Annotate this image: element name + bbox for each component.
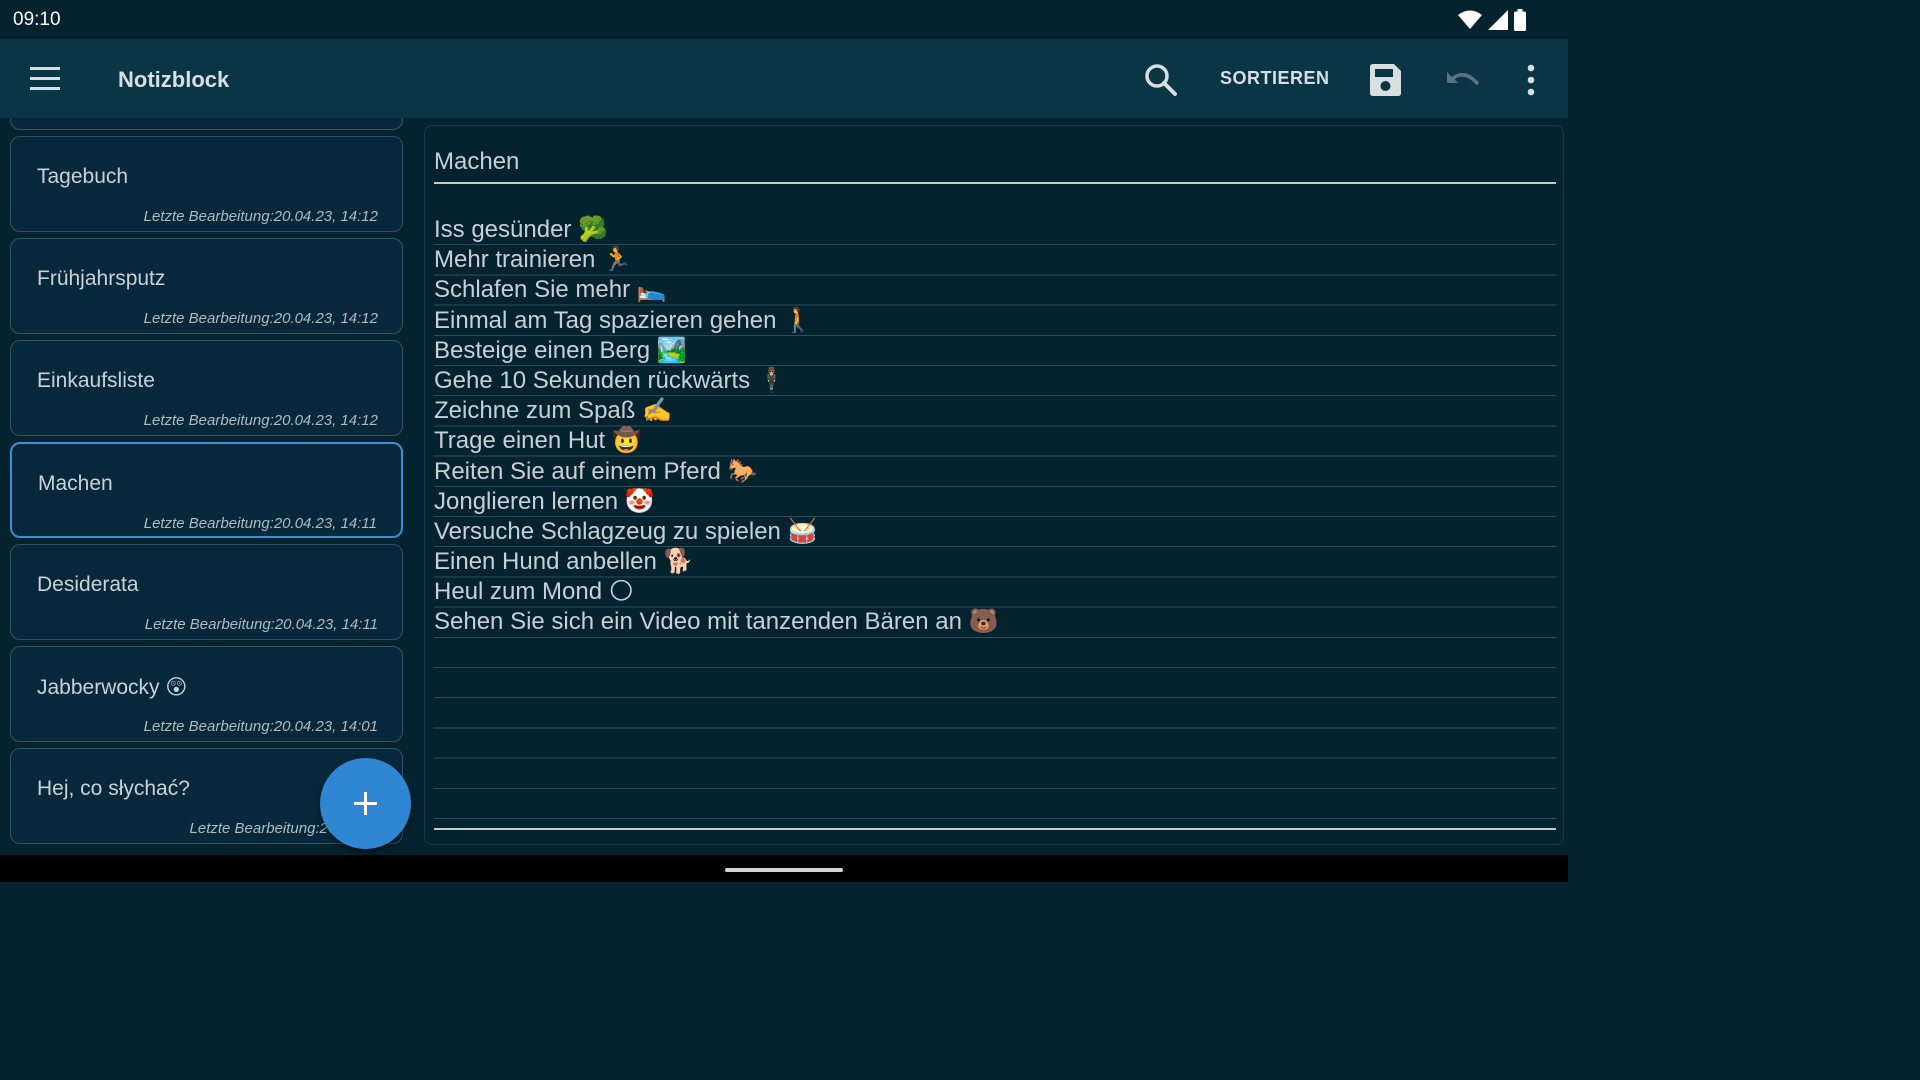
note-title-field[interactable]: Machen [434, 148, 1556, 184]
status-time: 09:10 [13, 9, 61, 30]
note-line: Jonglieren lernen 🤡 [434, 487, 655, 515]
note-card[interactable]: Tagebuch Letzte Bearbeitung:20.04.23, 14… [10, 136, 403, 232]
note-date: Letzte Bearbeitung:20.04.23, 14:12 [143, 412, 378, 429]
note-card-partial[interactable] [10, 118, 403, 130]
note-list[interactable]: Tagebuch Letzte Bearbeitung:20.04.23, 14… [0, 118, 418, 855]
note-card[interactable]: Desiderata Letzte Bearbeitung:20.04.23, … [10, 544, 403, 640]
menu-icon [30, 67, 60, 90]
note-title: Frühjahrsputz [37, 267, 166, 290]
more-vert-icon [1527, 64, 1535, 96]
editor-bottom-rule [434, 828, 1556, 830]
undo-button[interactable] [1444, 61, 1482, 99]
note-line: Einmal am Tag spazieren gehen 🚶 [434, 306, 813, 334]
note-line: Iss gesünder 🥦 [434, 216, 608, 243]
note-title: Machen [38, 472, 113, 495]
note-title: Einkaufsliste [37, 369, 155, 392]
save-icon [1370, 64, 1401, 96]
note-date: Letzte Bearbeitung:20.04.23, 14:12 [143, 310, 378, 327]
status-bar: 09:10 [0, 0, 1568, 39]
more-options-button[interactable] [1516, 61, 1546, 99]
wifi-icon [1458, 10, 1482, 29]
note-line: Heul zum Mond 🌕 [434, 578, 634, 606]
status-icons [1458, 9, 1526, 31]
note-line: Mehr trainieren 🏃 [434, 246, 632, 274]
note-card[interactable]: Jabberwocky 😲 Letzte Bearbeitung:20.04.2… [10, 646, 403, 742]
note-title: Tagebuch [37, 165, 129, 188]
note-line: Zeichne zum Spaß ✍️ [434, 397, 672, 425]
note-line: Gehe 10 Sekunden rückwärts 🕴 [434, 366, 787, 394]
note-editor: Machen Iss gesünder 🥦 Mehr trainieren 🏃 Sc… [424, 125, 1564, 845]
note-card[interactable]: Frühjahrsputz Letzte Bearbeitung:20.04.2… [10, 238, 403, 334]
battery-icon [1514, 9, 1526, 31]
home-gesture-handle[interactable] [725, 868, 843, 872]
note-title: Hej, co słychać? [37, 777, 190, 800]
sort-button[interactable]: SORTIEREN [1214, 68, 1336, 89]
note-date: Letzte Bearbeitung:20.04.23, 14:12 [143, 208, 378, 225]
search-button[interactable] [1142, 61, 1180, 99]
note-line: Sehen Sie sich ein Video mit tanzenden B… [434, 608, 999, 636]
add-note-button[interactable] [320, 758, 411, 849]
note-line: Reiten Sie auf einem Pferd 🐎 [434, 457, 758, 485]
note-date: Letzte Bearbeitung:20.04.23, 14:11 [144, 616, 378, 633]
note-line: Trage einen Hut 🤠 [434, 427, 642, 455]
note-line: Versuche Schlagzeug zu spielen 🥁 [434, 517, 818, 545]
note-line: Einen Hund anbellen 🐕 [434, 548, 694, 576]
note-card-selected[interactable]: Machen Letzte Bearbeitung:20.04.23, 14:1… [10, 442, 403, 538]
note-title: Desiderata [37, 573, 139, 596]
menu-button[interactable] [26, 61, 64, 97]
note-title: Jabberwocky 😲 [37, 676, 188, 699]
note-line: Besteige einen Berg 🏞️ [434, 336, 687, 364]
search-icon [1145, 64, 1177, 96]
note-date: Letzte Bearbeitung:20.04.23, 14:11 [143, 515, 377, 532]
app-bar: Notizblock SORTIEREN [0, 39, 1568, 118]
app-title: Notizblock [118, 67, 230, 92]
note-body-field[interactable]: Iss gesünder 🥦 Mehr trainieren 🏃 Schlafen … [434, 215, 1556, 827]
plus-icon [354, 792, 377, 815]
save-button[interactable] [1366, 61, 1404, 99]
note-card[interactable]: Einkaufsliste Letzte Bearbeitung:20.04.2… [10, 340, 403, 436]
note-line: Schlafen Sie mehr 🛌 [434, 276, 667, 304]
undo-icon [1447, 72, 1479, 85]
cell-signal-icon [1488, 10, 1508, 30]
note-date: Letzte Bearbeitung:20.04.23, 14:01 [143, 718, 378, 735]
